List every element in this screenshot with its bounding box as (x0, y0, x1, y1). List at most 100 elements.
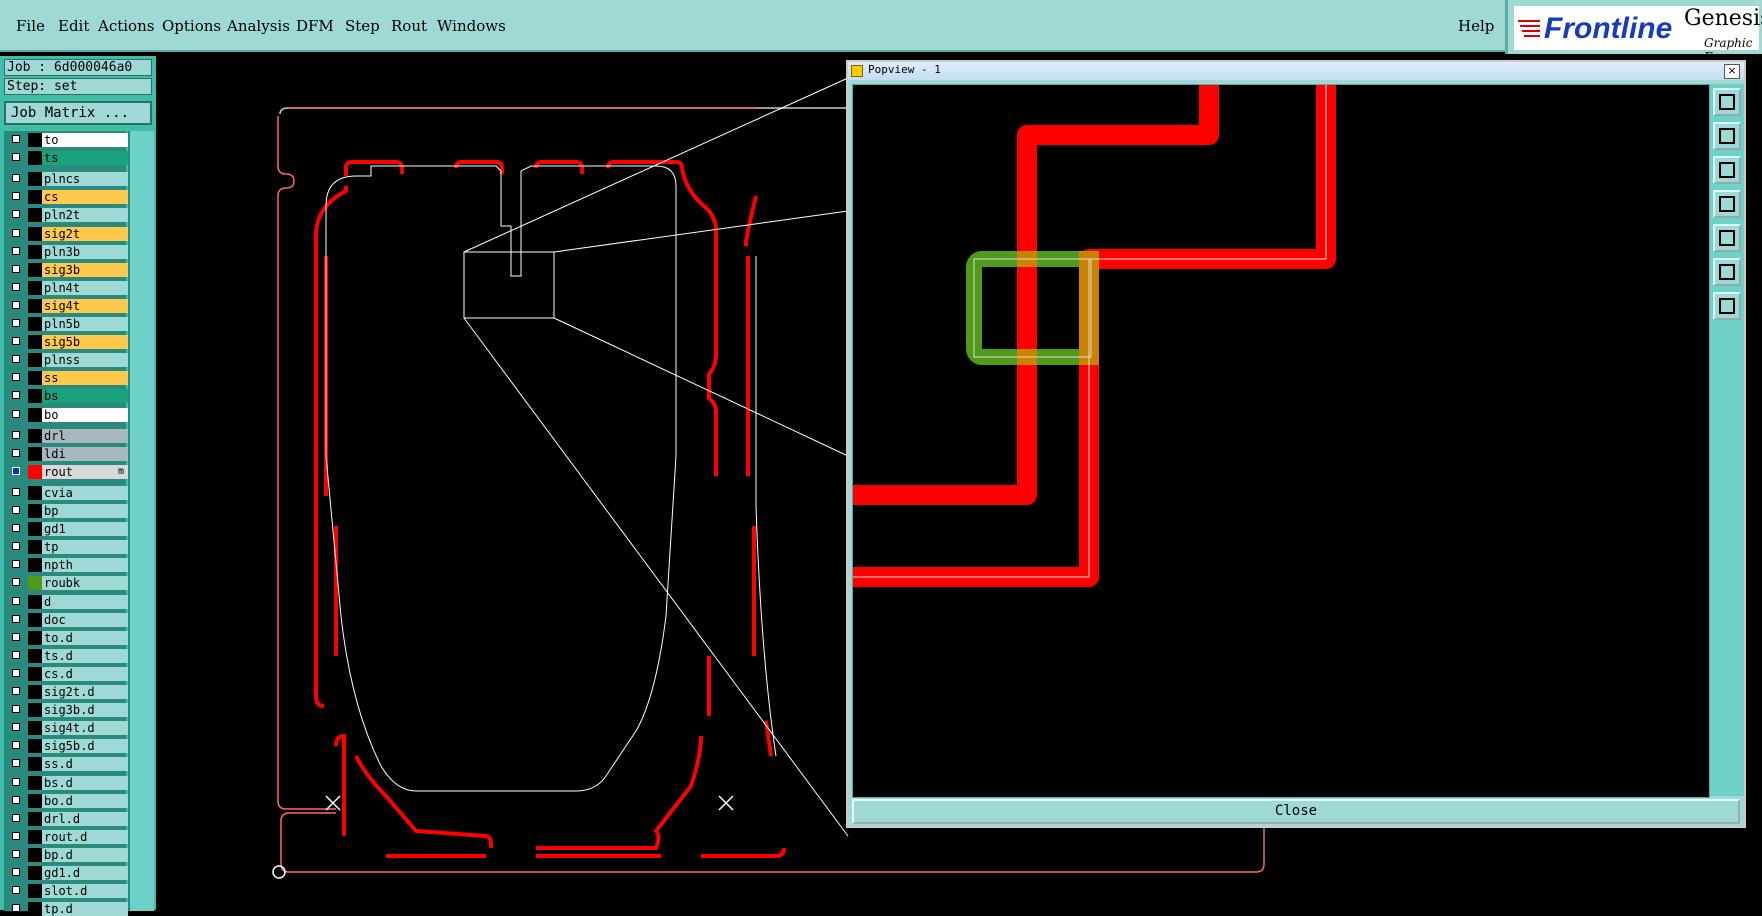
layer-name[interactable]: pln3b (42, 244, 128, 259)
layer-checkbox[interactable] (12, 337, 20, 346)
pan-left-icon[interactable] (1713, 190, 1741, 218)
layer-checkbox[interactable] (12, 687, 20, 695)
layer-color-swatch[interactable] (28, 298, 42, 313)
layer-checkbox[interactable] (12, 542, 20, 551)
layer-row-pln2t[interactable]: pln2t (6, 208, 128, 223)
layer-checkbox[interactable] (12, 560, 20, 569)
layer-name[interactable]: cs (42, 190, 128, 205)
layer-color-swatch[interactable] (28, 371, 42, 386)
layer-name[interactable]: sig4t.d (42, 721, 128, 736)
layer-checkbox[interactable] (12, 466, 20, 475)
layer-color-swatch[interactable] (28, 558, 42, 573)
layer-name[interactable]: sig3b.d (42, 703, 128, 718)
layer-name[interactable]: sig5b.d (42, 739, 128, 754)
layer-color-swatch[interactable] (28, 630, 42, 645)
layer-checkbox[interactable] (12, 849, 20, 858)
layer-name[interactable]: bp.d (42, 847, 128, 862)
layer-checkbox[interactable] (12, 795, 20, 804)
popview-window[interactable]: Popview - 1 × Close (846, 60, 1746, 828)
layer-row-to-d[interactable]: to.d (6, 630, 128, 645)
layer-color-swatch[interactable] (28, 811, 42, 826)
menu-rout[interactable]: Rout (391, 17, 427, 35)
layer-checkbox[interactable] (12, 373, 20, 382)
layer-color-swatch[interactable] (28, 446, 42, 461)
layer-row-ss[interactable]: ss (6, 371, 128, 386)
layer-color-swatch[interactable] (28, 902, 42, 916)
layer-checkbox[interactable] (12, 831, 20, 840)
layer-color-swatch[interactable] (28, 540, 42, 555)
layer-color-swatch[interactable] (28, 208, 42, 223)
layer-name[interactable]: sig5b (42, 335, 128, 350)
layer-name[interactable]: plnss (42, 353, 128, 368)
layer-row-doc[interactable]: doc (6, 612, 128, 627)
layer-color-swatch[interactable] (28, 648, 42, 663)
layer-checkbox[interactable] (12, 578, 20, 587)
layer-checkbox[interactable] (12, 246, 20, 255)
pan-right-icon[interactable] (1713, 224, 1741, 252)
layer-checkbox[interactable] (12, 705, 20, 714)
layer-checkbox[interactable] (12, 632, 20, 641)
layer-color-swatch[interactable] (28, 703, 42, 718)
layer-checkbox[interactable] (12, 228, 20, 237)
layer-row-bo-d[interactable]: bo.d (6, 793, 128, 808)
layer-checkbox[interactable] (12, 210, 20, 219)
layer-checkbox[interactable] (12, 650, 20, 659)
zoom-in-icon[interactable] (1713, 258, 1741, 286)
layer-checkbox[interactable] (12, 264, 20, 273)
layer-checkbox[interactable] (12, 596, 20, 605)
layer-checkbox[interactable] (12, 723, 20, 732)
layer-name[interactable]: pln4t (42, 280, 128, 295)
layer-name[interactable]: pln5b (42, 317, 128, 331)
layer-color-swatch[interactable] (28, 576, 42, 591)
layer-name[interactable]: bs.d (42, 775, 128, 790)
layer-color-swatch[interactable] (28, 757, 42, 772)
layer-checkbox[interactable] (12, 300, 20, 309)
layer-row-pln5b[interactable]: pln5b (6, 317, 128, 331)
popview-viewport[interactable] (852, 84, 1710, 798)
layer-checkbox[interactable] (12, 409, 20, 418)
layer-row-pln4t[interactable]: pln4t (6, 280, 128, 295)
layer-checkbox[interactable] (12, 741, 20, 750)
layer-name[interactable]: tp (42, 540, 128, 555)
layer-color-swatch[interactable] (28, 721, 42, 736)
layer-checkbox[interactable] (12, 777, 20, 786)
layer-row-drl[interactable]: drl (6, 428, 128, 443)
layer-name[interactable]: gd1.d (42, 866, 128, 880)
layer-color-swatch[interactable] (28, 685, 42, 699)
layer-name[interactable]: rout.d (42, 829, 128, 844)
layer-name[interactable]: bo (42, 407, 128, 422)
layer-row-sig3b-d[interactable]: sig3b.d (6, 703, 128, 718)
menu-edit[interactable]: Edit (58, 17, 89, 35)
layer-row-cs[interactable]: cs (6, 190, 128, 205)
layer-checkbox[interactable] (12, 192, 20, 201)
layer-name[interactable]: cvia (42, 485, 128, 500)
layer-checkbox[interactable] (12, 355, 20, 364)
layer-checkbox[interactable] (12, 759, 20, 768)
layer-name[interactable]: npth (42, 558, 128, 573)
layer-row-plnss[interactable]: plnss (6, 353, 128, 368)
layer-row-gd1-d[interactable]: gd1.d (6, 866, 128, 880)
layer-color-swatch[interactable] (28, 594, 42, 609)
menu-options[interactable]: Options (162, 17, 221, 35)
layer-checkbox[interactable] (12, 904, 20, 913)
layer-color-swatch[interactable] (28, 847, 42, 862)
layer-checkbox[interactable] (12, 506, 20, 514)
layer-name[interactable]: rout (42, 464, 128, 479)
zoom-fit-icon[interactable] (1713, 88, 1741, 116)
layer-color-swatch[interactable] (28, 485, 42, 500)
layer-checkbox[interactable] (12, 282, 20, 291)
layer-row-gd1[interactable]: gd1 (6, 522, 128, 537)
menu-windows[interactable]: Windows (437, 17, 506, 35)
layer-checkbox[interactable] (12, 319, 20, 327)
layer-row-sig5b-d[interactable]: sig5b.d (6, 739, 128, 754)
layer-row-rout-d[interactable]: rout.d (6, 829, 128, 844)
layer-row-bs-d[interactable]: bs.d (6, 775, 128, 790)
layer-color-swatch[interactable] (28, 612, 42, 627)
layer-row-sig2t[interactable]: sig2t (6, 226, 128, 241)
popview-close-button[interactable]: Close (852, 799, 1740, 824)
layer-row-drl-d[interactable]: drl.d (6, 811, 128, 826)
layer-name[interactable]: bs (42, 389, 128, 404)
layer-color-swatch[interactable] (28, 666, 42, 681)
pan-up-icon[interactable] (1713, 122, 1741, 150)
layer-name[interactable]: cs.d (42, 666, 128, 681)
